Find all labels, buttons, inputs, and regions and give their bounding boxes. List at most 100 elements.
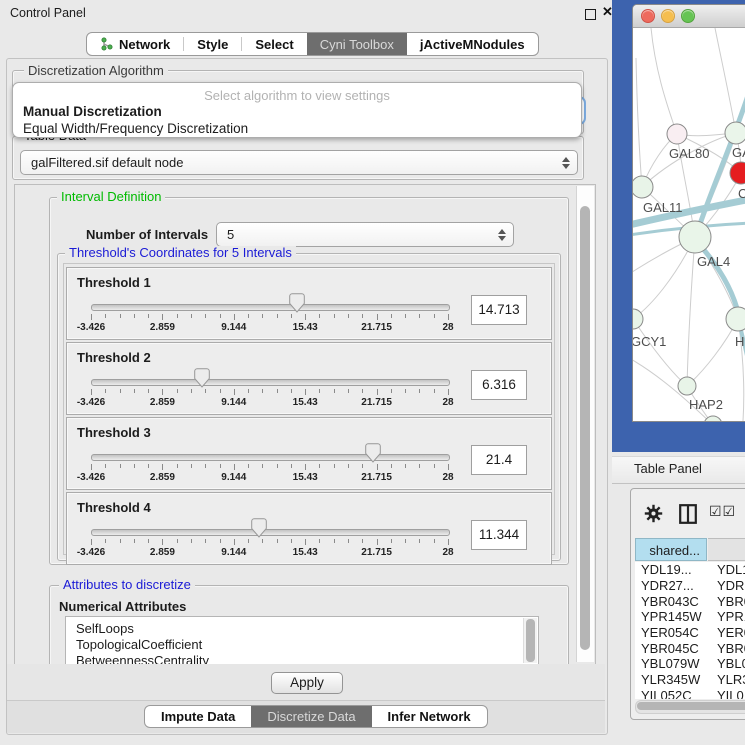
threshold-4-value-field[interactable]: 11.344: [471, 520, 527, 550]
vertical-scrollbar-thumb[interactable]: [580, 206, 590, 650]
cell-name[interactable]: YPR1: [707, 609, 745, 624]
tab-network[interactable]: Network: [87, 33, 183, 55]
apply-button[interactable]: Apply: [271, 672, 343, 694]
cell-shared-name[interactable]: YLR345W: [635, 672, 707, 687]
table-row[interactable]: YPR145WYPR1: [635, 609, 745, 625]
attributes-scrollbar-thumb[interactable]: [526, 619, 535, 662]
cell-shared-name[interactable]: YBR045C: [635, 641, 707, 656]
zoom-traffic-light-icon[interactable]: [681, 9, 695, 23]
table-row[interactable]: YBR045CYBR0: [635, 640, 745, 656]
slider-tick: [248, 464, 249, 468]
network-canvas[interactable]: GAL80GACGAL11GAL4GCY1HHAP2: [633, 28, 745, 421]
threshold-4-slider-thumb[interactable]: [251, 518, 267, 538]
slider-tick: [177, 539, 178, 543]
cell-shared-name[interactable]: YBR043C: [635, 594, 707, 609]
network-window-titlebar[interactable]: [633, 5, 745, 28]
table-row[interactable]: YBR043CYBR0: [635, 593, 745, 609]
table-data-combobox[interactable]: galFiltered.sif default node: [20, 150, 578, 175]
close-traffic-light-icon[interactable]: [641, 9, 655, 23]
cell-shared-name[interactable]: YDL19...: [635, 562, 707, 577]
slider-tick: [105, 539, 106, 543]
threshold-1-value-field[interactable]: 14.713: [471, 295, 527, 325]
network-node-label: GAL11: [643, 200, 683, 215]
cell-name[interactable]: YER0: [707, 625, 745, 640]
attribute-item-selfloops[interactable]: SelfLoops: [76, 621, 134, 637]
cell-shared-name[interactable]: YPR145W: [635, 609, 707, 624]
tab-jactivemnodules[interactable]: jActiveMNodules: [407, 33, 538, 55]
horizontal-scrollbar-thumb[interactable]: [637, 702, 745, 710]
slider-tick: [448, 539, 449, 545]
slider-tick: [448, 314, 449, 320]
table-row[interactable]: YLR345WYLR3: [635, 672, 745, 688]
threshold-2-slider-thumb[interactable]: [194, 368, 210, 388]
tab-style[interactable]: Style: [184, 33, 241, 55]
cell-shared-name[interactable]: YIL052C: [635, 688, 707, 699]
cell-shared-name[interactable]: YDR27...: [635, 578, 707, 593]
table-row[interactable]: YDL19...YDL1: [635, 562, 745, 578]
gear-icon[interactable]: [644, 504, 663, 523]
threshold-3-slider-thumb[interactable]: [365, 443, 381, 463]
slider-tick: [205, 464, 206, 468]
slider-tick-label: -3.426: [61, 472, 121, 483]
threshold-3-value-field[interactable]: 21.4: [471, 445, 527, 475]
threshold-2-slider-track[interactable]: [91, 379, 450, 386]
threshold-1-box: Threshold 1-3.4262.8599.14415.4321.71528…: [66, 267, 552, 340]
float-window-icon[interactable]: [585, 9, 596, 20]
slider-tick: [305, 389, 306, 395]
bottom-tab-infer-network[interactable]: Infer Network: [372, 706, 487, 727]
slider-tick: [405, 464, 406, 468]
column-header-shared-name[interactable]: shared...: [635, 538, 707, 561]
number-of-intervals-value: 5: [217, 227, 234, 242]
threshold-2-value-field[interactable]: 6.316: [471, 370, 527, 400]
cell-name[interactable]: YBR0: [707, 641, 745, 656]
minimize-traffic-light-icon[interactable]: [661, 9, 675, 23]
table-row[interactable]: YDR27...YDR2: [635, 578, 745, 594]
dropdown-item-equal-width-frequency[interactable]: Equal Width/Frequency Discretization: [17, 120, 585, 137]
network-node-gal80[interactable]: [667, 124, 687, 144]
threshold-1-slider-thumb[interactable]: [289, 293, 305, 313]
slider-tick: [162, 389, 163, 395]
cell-name[interactable]: YDL1: [707, 562, 745, 577]
column-header-name[interactable]: na: [708, 538, 745, 561]
bottom-tab-discretize-data[interactable]: Discretize Data: [251, 706, 371, 727]
cell-name[interactable]: YBR0: [707, 594, 745, 609]
checkbox-icons[interactable]: ☑☑: [709, 503, 736, 520]
slider-tick: [377, 389, 378, 395]
network-node-gal11[interactable]: [633, 176, 653, 198]
split-view-icon[interactable]: [679, 504, 697, 524]
tab-select[interactable]: Select: [242, 33, 306, 55]
tab-cyni-toolbox[interactable]: Cyni Toolbox: [307, 33, 407, 55]
table-row[interactable]: YIL052CYIL0: [635, 688, 745, 700]
slider-tick: [377, 539, 378, 545]
thresholds-group-title: Threshold's Coordinates for 5 Intervals: [65, 246, 296, 259]
cell-shared-name[interactable]: YER054C: [635, 625, 707, 640]
cell-name[interactable]: YLR3: [707, 672, 745, 687]
bottom-tab-impute-data[interactable]: Impute Data: [145, 706, 251, 727]
slider-tick-label: 21.715: [347, 322, 407, 333]
network-node-hap2[interactable]: [678, 377, 696, 395]
table-row[interactable]: YER054CYER0: [635, 625, 745, 641]
threshold-3-slider-track[interactable]: [91, 454, 450, 461]
cell-name[interactable]: YIL0: [707, 688, 744, 699]
horizontal-scrollbar[interactable]: [635, 700, 745, 714]
slider-tick-label: 15.43: [275, 397, 335, 408]
table-row[interactable]: YBL079WYBL0: [635, 656, 745, 672]
attributes-scrollbar[interactable]: [523, 618, 537, 663]
network-node-ga[interactable]: [725, 122, 745, 144]
cell-name[interactable]: YBL0: [707, 656, 745, 671]
cell-shared-name[interactable]: YBL079W: [635, 656, 707, 671]
settings-scroll-pane: Interval Definition Number of Intervals …: [14, 184, 596, 666]
network-node-gal4[interactable]: [679, 221, 711, 253]
network-node-h[interactable]: [726, 307, 745, 331]
vertical-scrollbar[interactable]: [576, 186, 594, 662]
numerical-attributes-list[interactable]: SelfLoopsTopologicalCoefficientBetweenne…: [65, 616, 539, 665]
cell-name[interactable]: YDR2: [707, 578, 745, 593]
slider-tick-label: 28: [418, 322, 478, 333]
threshold-4-slider-track[interactable]: [91, 529, 450, 536]
slider-tick: [91, 389, 92, 395]
attribute-item-topologicalcoefficient[interactable]: TopologicalCoefficient: [76, 637, 202, 653]
number-of-intervals-combobox[interactable]: 5: [216, 222, 514, 247]
dropdown-item-manual-discretization[interactable]: Manual Discretization: [17, 103, 585, 120]
network-node-label: GA: [732, 145, 745, 160]
threshold-1-slider-track[interactable]: [91, 304, 450, 311]
